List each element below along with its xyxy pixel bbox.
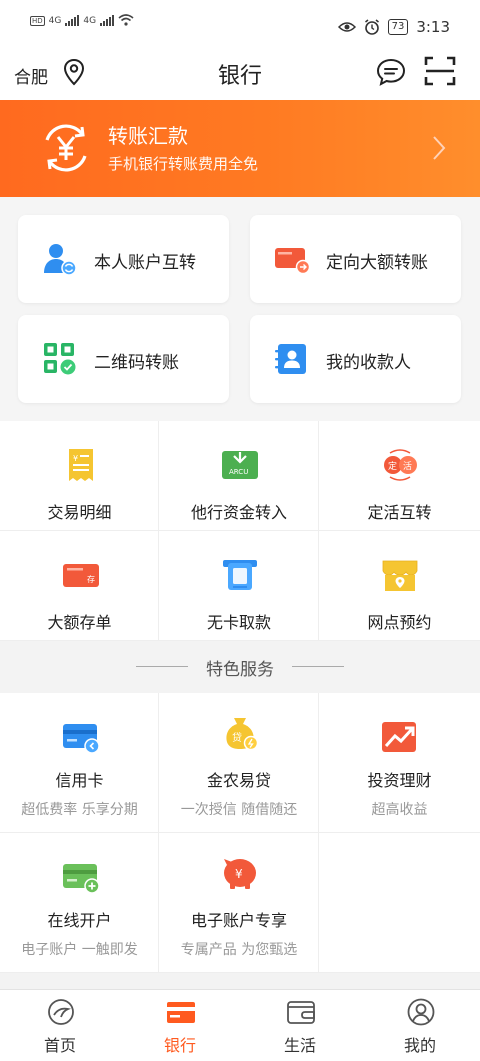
featured-label: 金农易贷 <box>206 771 271 790</box>
status-right: 73 3:13 <box>337 18 450 36</box>
nav-bank[interactable]: 银行 <box>120 990 240 1061</box>
arcu-inflow-icon: ARCU <box>222 451 258 479</box>
featured-empty-cell <box>319 833 480 973</box>
transfer-options: 本人账户互转 定向大额转账 二维码转账 我的收款人 <box>0 197 480 421</box>
banner-subtitle: 手机银行转账费用全免 <box>108 155 259 173</box>
svg-text:ARCU: ARCU <box>229 468 248 476</box>
transfer-banner[interactable]: 转账汇款 手机银行转账费用全免 <box>0 100 480 197</box>
payee-contact-icon <box>275 344 306 374</box>
card-qr-transfer[interactable]: 二维码转账 <box>18 315 229 403</box>
cardless-withdraw-icon <box>223 560 257 590</box>
network-type-2: 4G <box>83 16 97 26</box>
service-fixed-current-swap[interactable]: 定活 定活互转 <box>319 421 480 531</box>
page-title: 银行 <box>217 64 262 89</box>
featured-heading: 特色服务 <box>206 660 274 680</box>
open-account-icon <box>63 864 100 894</box>
featured-label: 投资理财 <box>367 771 432 790</box>
piggy-bank-icon: ¥ <box>224 859 256 889</box>
nav-label: 首页 <box>43 1036 76 1055</box>
service-label: 大额存单 <box>47 613 112 632</box>
services-grid: ¥ 交易明细 ARCU 他行资金转入 定活 定活互转 存 大额存单 无卡取款 网… <box>0 421 480 641</box>
nav-mine[interactable]: 我的 <box>360 990 480 1061</box>
featured-investment[interactable]: 投资理财 超高收益 <box>319 693 480 833</box>
divider-line <box>292 666 344 667</box>
home-icon <box>48 999 74 1025</box>
card-label: 本人账户互转 <box>94 253 196 273</box>
eye-icon <box>337 22 356 32</box>
card-own-account-transfer[interactable]: 本人账户互转 <box>18 215 229 303</box>
person-transfer-icon <box>44 244 77 276</box>
deposit-certificate-icon: 存 <box>63 564 99 587</box>
service-label: 他行资金转入 <box>190 503 287 522</box>
fixed-current-swap-icon: 定活 <box>384 449 417 481</box>
message-icon[interactable] <box>376 58 406 86</box>
card-label: 定向大额转账 <box>326 253 428 273</box>
featured-label: 信用卡 <box>55 771 104 790</box>
battery-indicator: 73 <box>387 19 409 35</box>
credit-card-icon <box>63 724 100 754</box>
featured-grid: 信用卡 超低费率 乐享分期 贷 金农易贷 一次授信 随借随还 投资理财 超高收益… <box>0 693 480 973</box>
featured-label: 电子账户专享 <box>190 911 287 930</box>
nav-label: 生活 <box>283 1036 316 1055</box>
signal-area: HD 4G 4G <box>30 14 134 26</box>
service-cardless-withdraw[interactable]: 无卡取款 <box>159 531 319 641</box>
svg-text:¥: ¥ <box>235 867 243 881</box>
loan-bag-icon: 贷 <box>226 718 259 751</box>
hd-badge: HD <box>30 16 45 26</box>
qr-code-icon <box>44 343 76 375</box>
nav-life[interactable]: 生活 <box>240 990 360 1061</box>
banner-title: 转账汇款 <box>108 124 188 148</box>
scan-icon[interactable] <box>424 56 456 86</box>
bottom-nav: 首页 银行 生活 我的 <box>0 989 480 1061</box>
status-bar: HD 4G 4G 73 3:13 <box>0 0 480 44</box>
svg-text:贷: 贷 <box>232 731 242 744</box>
card-directed-large-transfer[interactable]: 定向大额转账 <box>250 215 461 303</box>
featured-credit-card[interactable]: 信用卡 超低费率 乐享分期 <box>0 693 159 833</box>
nav-home[interactable]: 首页 <box>0 990 120 1061</box>
clock: 3:13 <box>416 18 450 36</box>
service-label: 无卡取款 <box>206 613 271 632</box>
bank-card-icon <box>167 1002 195 1023</box>
featured-e-account-exclusive[interactable]: ¥ 电子账户专享 专属产品 为您甄选 <box>159 833 319 973</box>
featured-desc: 电子账户 一触即发 <box>21 942 138 958</box>
branch-store-icon <box>382 560 418 591</box>
service-transaction-details[interactable]: ¥ 交易明细 <box>0 421 159 531</box>
featured-online-account[interactable]: 在线开户 电子账户 一触即发 <box>0 833 159 973</box>
alarm-icon <box>364 19 379 35</box>
receipt-icon: ¥ <box>69 449 93 481</box>
featured-desc: 一次授信 随借随还 <box>180 802 298 818</box>
featured-desc: 超高收益 <box>371 802 428 818</box>
network-type-1: 4G <box>48 16 62 26</box>
wallet-icon <box>287 1001 315 1024</box>
signal-bars-icon <box>65 14 80 26</box>
service-label: 网点预约 <box>367 613 432 632</box>
user-icon <box>407 998 435 1026</box>
nav-label: 我的 <box>403 1036 436 1055</box>
svg-text:存: 存 <box>87 574 95 584</box>
signal-bars-icon-2 <box>100 14 115 26</box>
card-label: 我的收款人 <box>326 353 411 373</box>
chevron-right-icon <box>433 136 446 160</box>
svg-text:¥: ¥ <box>73 454 78 463</box>
wifi-icon <box>118 14 134 26</box>
service-label: 定活互转 <box>367 503 432 522</box>
featured-section-header: 特色服务 <box>0 641 480 693</box>
svg-text:活: 活 <box>403 460 412 472</box>
app-header: 合肥 银行 <box>0 44 480 100</box>
service-large-deposit[interactable]: 存 大额存单 <box>0 531 159 641</box>
service-branch-appointment[interactable]: 网点预约 <box>319 531 480 641</box>
investment-chart-icon <box>382 722 416 752</box>
large-transfer-card-icon <box>275 248 310 275</box>
nav-label: 银行 <box>163 1036 196 1055</box>
card-my-payees[interactable]: 我的收款人 <box>250 315 461 403</box>
featured-desc: 专属产品 为您甄选 <box>180 942 298 958</box>
featured-label: 在线开户 <box>47 911 112 930</box>
featured-desc: 超低费率 乐享分期 <box>21 802 138 818</box>
featured-jinnong-loan[interactable]: 贷 金农易贷 一次授信 随借随还 <box>159 693 319 833</box>
service-label: 交易明细 <box>47 503 112 522</box>
svg-text:定: 定 <box>388 460 397 472</box>
card-label: 二维码转账 <box>94 353 179 373</box>
yuan-exchange-icon <box>45 124 87 172</box>
service-other-bank-inflow[interactable]: ARCU 他行资金转入 <box>159 421 319 531</box>
